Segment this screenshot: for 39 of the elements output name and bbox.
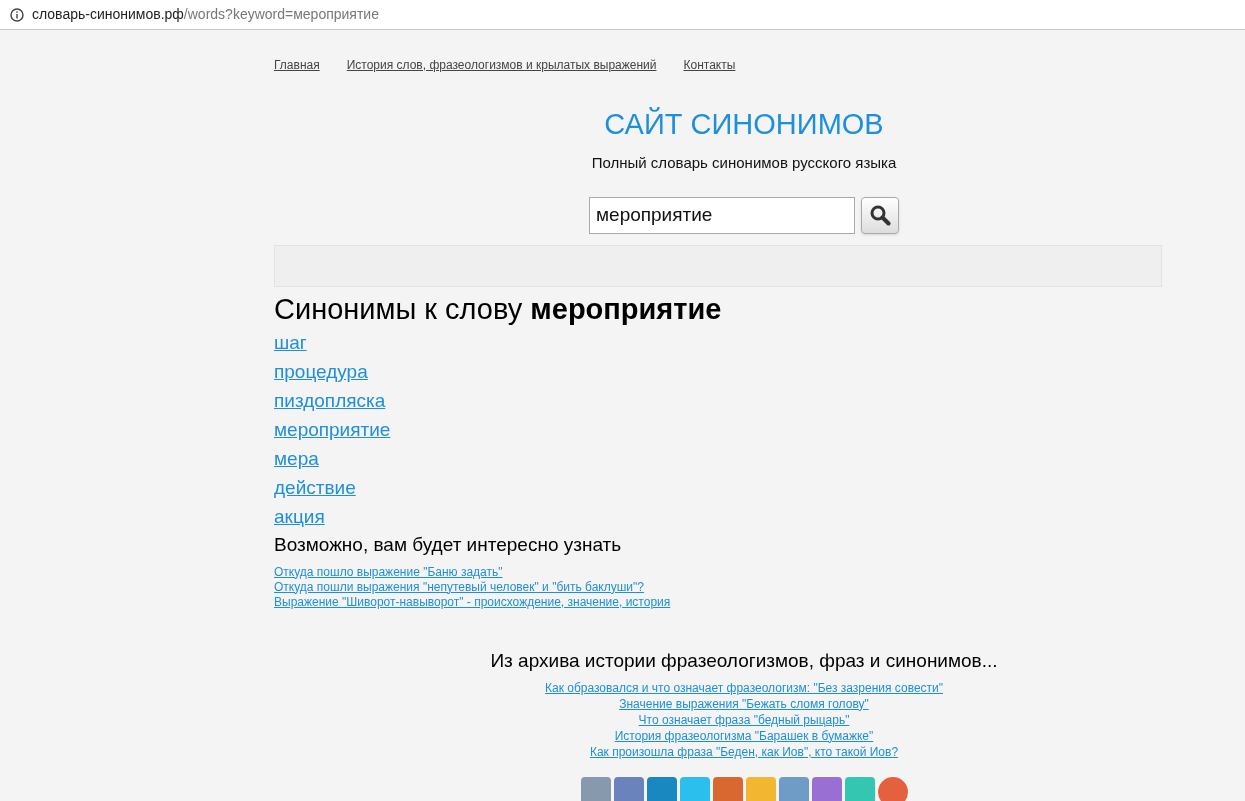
share-button[interactable] [877,776,908,801]
synonym-link[interactable]: мера [274,443,319,473]
address-bar[interactable]: словарь-синонимов.рф/words?keyword=мероприятие [0,0,1245,30]
nav-link[interactable]: История слов, фразеологизмов и крылатых выражений [346,56,657,74]
share-button[interactable] [844,776,875,801]
synonym-link[interactable]: действие [274,472,356,502]
archive-link[interactable]: Как образовался и что означает фразеологизм: "Без зазрения совести" [545,679,943,696]
synonym-link[interactable]: акция [274,501,325,531]
synonym-link[interactable]: шаг [274,327,307,357]
synonym-link[interactable]: пиздопляска [274,385,386,415]
search-button[interactable] [861,196,899,234]
nav-link[interactable]: Главная [274,56,320,74]
related-link[interactable]: Откуда пошли выражения "непутевый человек" и "бить баклуши"? [274,579,644,595]
share-button[interactable] [580,776,611,801]
related-link[interactable]: Выражение "Шиворот-навыворот" - происхождение, значение, история [274,594,671,610]
archive-link[interactable]: История фразеологизма "Барашек в бумажке" [614,727,874,744]
archive-link[interactable]: Значение выражения "Бежать сломя голову" [619,695,869,712]
share-button[interactable] [712,776,743,801]
related-heading: Возможно, вам будет интересно узнать [274,532,623,557]
site-title: САЙТ СИНОНИМОВ [604,106,884,142]
share-button[interactable] [679,776,710,801]
synonym-link[interactable]: мероприятие [274,414,391,444]
info-icon [10,7,24,22]
share-button[interactable] [811,776,842,801]
search-icon [869,204,891,226]
related-link[interactable]: Откуда пошло выражение "Баню задать" [274,564,503,580]
subtitle: Полный словарь синонимов русского языка [591,153,897,173]
nav-link[interactable]: Контакты [683,56,736,74]
search-field[interactable]: мероприятие [589,196,855,234]
synonym-link[interactable]: процедура [274,356,368,386]
share-button[interactable] [646,776,677,801]
share-button[interactable] [745,776,776,801]
archive-link[interactable]: Что означает фраза "бедный рыцарь" [638,711,850,728]
archive-heading: Из архива истории фразеологизмов, фраз и синонимов... [490,648,998,673]
url-text: словарь-синонимов.рф/words?keyword=мероприятие [32,5,379,24]
archive-link[interactable]: Как произошла фраза "Беден, как Иов", кто такой Иов? [589,743,899,760]
share-button[interactable] [778,776,809,801]
page-heading: Синонимы к слову мероприятие [274,291,723,327]
share-button[interactable] [613,776,644,801]
